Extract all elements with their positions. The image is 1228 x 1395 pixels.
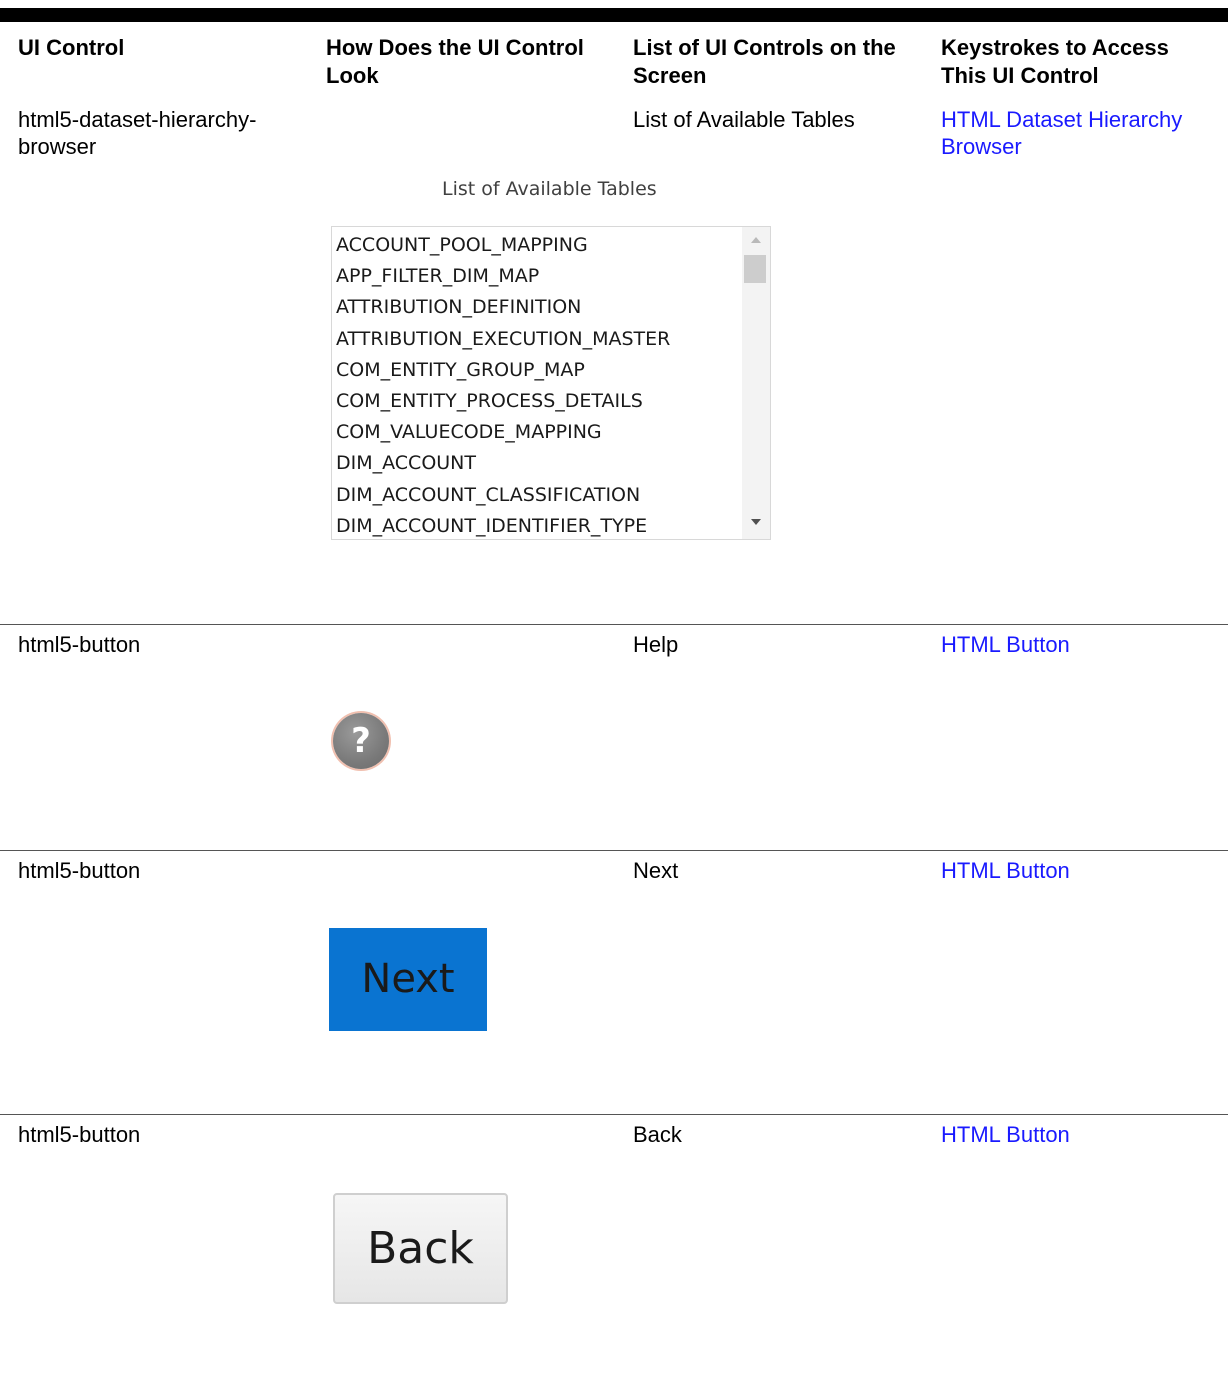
list-item[interactable]: ATTRIBUTION_DEFINITION: [336, 292, 741, 323]
header-list-of-controls: List of UI Controls on the Screen: [633, 35, 896, 88]
scroll-up-arrow-icon[interactable]: [751, 237, 761, 243]
cell-screen-control: List of Available Tables: [633, 107, 855, 132]
next-button[interactable]: Next: [329, 928, 487, 1031]
link-html-button[interactable]: HTML Button: [941, 1121, 1221, 1148]
cell-ui-control: html5-dataset-hierarchy- browser: [18, 107, 257, 159]
cell-ui-control: html5-button: [18, 1122, 141, 1147]
list-item[interactable]: DIM_ACCOUNT_CLASSIFICATION: [336, 480, 741, 511]
link-html-dataset-hierarchy-browser[interactable]: HTML Dataset Hierarchy Browser: [941, 106, 1221, 160]
row-divider: [0, 1114, 1228, 1115]
reference-page: UI Control How Does the UI Control Look …: [0, 0, 1228, 1395]
cell-screen-control: Next: [633, 858, 679, 883]
list-item[interactable]: COM_ENTITY_GROUP_MAP: [336, 355, 741, 386]
scroll-down-arrow-icon[interactable]: [751, 519, 761, 525]
cell-ui-control: html5-button: [18, 632, 141, 657]
table-top-rule: [0, 8, 1228, 22]
list-item[interactable]: APP_FILTER_DIM_MAP: [336, 261, 741, 292]
cell-screen-control: Back: [633, 1122, 682, 1147]
list-item[interactable]: DIM_ACCOUNT: [336, 448, 741, 479]
link-html-button[interactable]: HTML Button: [941, 631, 1221, 658]
back-button[interactable]: Back: [333, 1193, 508, 1304]
header-keystrokes: Keystrokes to Access This UI Control: [941, 35, 1169, 88]
list-item[interactable]: ATTRIBUTION_EXECUTION_MASTER: [336, 324, 741, 355]
table-header-row: UI Control How Does the UI Control Look …: [0, 34, 1228, 94]
row-divider: [0, 850, 1228, 851]
scrollbar-thumb[interactable]: [744, 255, 766, 283]
list-item[interactable]: DIM_ACCOUNT_IDENTIFIER_TYPE: [336, 511, 741, 539]
header-ui-control: UI Control: [18, 35, 125, 60]
help-icon[interactable]: ?: [333, 713, 389, 769]
cell-ui-control: html5-button: [18, 858, 141, 883]
list-item[interactable]: ACCOUNT_POOL_MAPPING: [336, 230, 741, 261]
header-how-does-it-look: How Does the UI Control Look: [326, 35, 584, 88]
link-html-button[interactable]: HTML Button: [941, 857, 1221, 884]
cell-screen-control: Help: [633, 632, 679, 657]
available-tables-listbox[interactable]: ACCOUNT_POOL_MAPPING APP_FILTER_DIM_MAP …: [331, 226, 771, 540]
list-item[interactable]: COM_VALUECODE_MAPPING: [336, 417, 741, 448]
list-item[interactable]: COM_ENTITY_PROCESS_DETAILS: [336, 386, 741, 417]
row-divider: [0, 624, 1228, 625]
listbox-caption: List of Available Tables: [442, 178, 657, 200]
listbox-scrollbar[interactable]: [742, 227, 770, 539]
listbox-items: ACCOUNT_POOL_MAPPING APP_FILTER_DIM_MAP …: [336, 230, 741, 539]
